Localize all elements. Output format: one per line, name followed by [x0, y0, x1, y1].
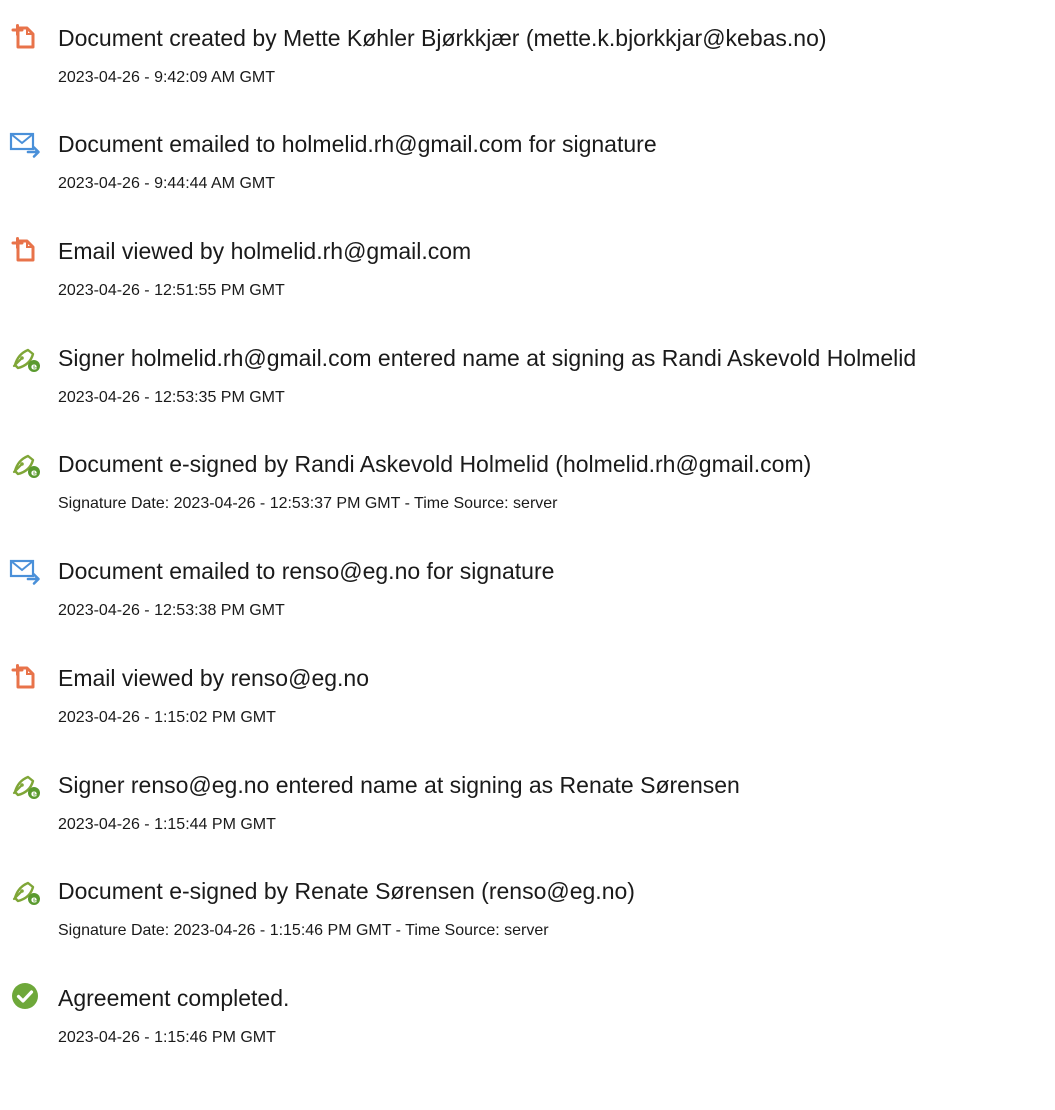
audit-event: Document emailed to renso@eg.no for sign… [0, 553, 1055, 653]
audit-event: Agreement completed. 2023-04-26 - 1:15:4… [0, 980, 1055, 1080]
event-title: Signer renso@eg.no entered name at signi… [58, 772, 740, 798]
svg-text:e: e [31, 896, 37, 906]
svg-text:e: e [31, 790, 37, 800]
e-sign-pen-icon: e [9, 873, 43, 907]
event-timestamp: 2023-04-26 - 9:42:09 AM GMT [58, 69, 275, 86]
event-timestamp: 2023-04-26 - 12:51:55 PM GMT [58, 282, 285, 299]
audit-event: Email viewed by holmelid.rh@gmail.com 20… [0, 233, 1055, 333]
audit-event: e Document e-signed by Renate Sørensen (… [0, 873, 1055, 973]
document-viewed-icon [9, 660, 43, 694]
audit-event: e Signer renso@eg.no entered name at sig… [0, 767, 1055, 867]
document-created-icon [9, 20, 43, 54]
agreement-completed-check-icon [9, 980, 43, 1014]
e-sign-pen-icon: e [9, 767, 43, 801]
e-sign-pen-icon: e [9, 340, 43, 374]
event-title: Document emailed to renso@eg.no for sign… [58, 558, 555, 584]
audit-trail: Document created by Mette Køhler Bjørkkj… [0, 0, 1055, 1110]
svg-text:e: e [31, 469, 37, 479]
event-timestamp: 2023-04-26 - 9:44:44 AM GMT [58, 175, 275, 192]
email-sent-icon [9, 126, 43, 160]
event-title: Document emailed to holmelid.rh@gmail.co… [58, 131, 657, 157]
document-viewed-icon [9, 233, 43, 267]
audit-event: Document emailed to holmelid.rh@gmail.co… [0, 126, 1055, 226]
event-title: Document created by Mette Køhler Bjørkkj… [58, 25, 827, 51]
event-timestamp: 2023-04-26 - 1:15:44 PM GMT [58, 816, 276, 833]
audit-event: Document created by Mette Køhler Bjørkkj… [0, 20, 1055, 120]
audit-event: e Document e-signed by Randi Askevold Ho… [0, 446, 1055, 546]
event-title: Document e-signed by Renate Sørensen (re… [58, 878, 635, 904]
event-title: Signer holmelid.rh@gmail.com entered nam… [58, 345, 917, 371]
event-title: Document e-signed by Randi Askevold Holm… [58, 451, 812, 477]
event-timestamp: 2023-04-26 - 12:53:35 PM GMT [58, 389, 285, 406]
audit-event: e Signer holmelid.rh@gmail.com entered n… [0, 340, 1055, 440]
audit-event: Email viewed by renso@eg.no 2023-04-26 -… [0, 660, 1055, 760]
event-title: Email viewed by holmelid.rh@gmail.com [58, 238, 472, 264]
event-signature-date: Signature Date: 2023-04-26 - 12:53:37 PM… [58, 495, 558, 512]
event-timestamp: 2023-04-26 - 1:15:02 PM GMT [58, 709, 276, 726]
event-title: Agreement completed. [58, 985, 290, 1011]
e-sign-pen-icon: e [9, 446, 43, 480]
event-timestamp: 2023-04-26 - 12:53:38 PM GMT [58, 602, 285, 619]
event-title: Email viewed by renso@eg.no [58, 665, 370, 691]
svg-text:e: e [31, 363, 37, 373]
event-timestamp: 2023-04-26 - 1:15:46 PM GMT [58, 1029, 276, 1046]
email-sent-icon [9, 553, 43, 587]
event-signature-date: Signature Date: 2023-04-26 - 1:15:46 PM … [58, 922, 549, 939]
